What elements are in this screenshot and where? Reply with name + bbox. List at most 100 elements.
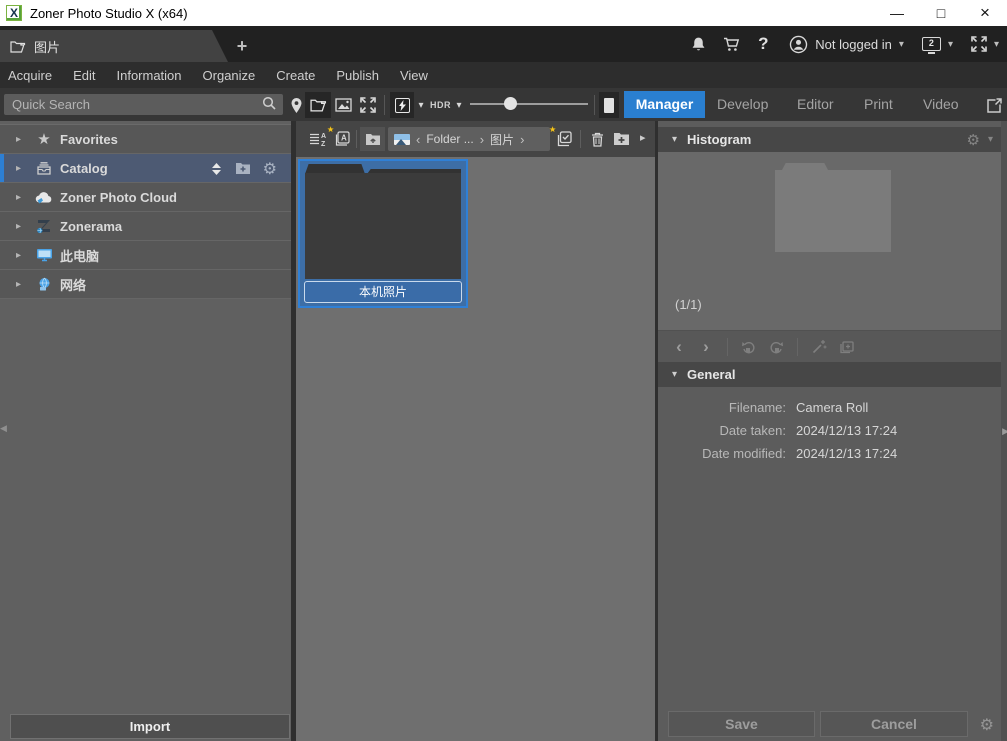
menu-item-organize[interactable]: Organize [203, 68, 256, 83]
module-tab-manager[interactable]: Manager [624, 91, 705, 118]
module-tab-develop[interactable]: Develop [717, 91, 768, 118]
sidebar-item-label: 网络 [60, 275, 86, 294]
batch-rename-button[interactable]: A ★ [330, 126, 354, 152]
search-icon [262, 96, 276, 110]
slider-knob[interactable] [504, 97, 517, 110]
app-logo-icon: X [6, 5, 22, 21]
import-button[interactable]: Import [10, 714, 290, 739]
breadcrumb-separator[interactable]: › [520, 132, 524, 147]
help-button[interactable]: ? [755, 34, 771, 54]
notifications-button[interactable] [687, 33, 709, 55]
fullscreen-menu[interactable]: ▾ [971, 36, 999, 52]
gps-button[interactable] [287, 92, 305, 118]
preview-pane-toggle-button[interactable] [599, 92, 619, 118]
quick-select-button[interactable]: ★ [552, 126, 576, 152]
rotate-left-button[interactable] [740, 337, 758, 357]
menu-item-edit[interactable]: Edit [73, 68, 95, 83]
histogram-header[interactable]: ▾ Histogram ⚙ ▾ [658, 127, 1007, 152]
add-copies-button[interactable] [837, 337, 855, 357]
general-header[interactable]: ▾ General [658, 362, 1007, 387]
flash-dropdown[interactable]: ▾ [414, 92, 428, 118]
fullscreen-view-button[interactable] [356, 92, 380, 118]
sidebar-item-favorites[interactable]: ▸ ★ Favorites [0, 125, 291, 154]
catalog-icon [34, 161, 54, 175]
tab-pictures[interactable]: 图片 [0, 30, 228, 62]
chevron-right-icon[interactable]: ▸ [16, 163, 28, 174]
sort-button[interactable] [210, 162, 223, 176]
account-menu[interactable]: Not logged in ▾ [789, 35, 904, 54]
sidebar-item-zoner-photo-cloud[interactable]: ▸ Zoner Photo Cloud [0, 183, 291, 212]
magic-wand-icon [812, 339, 827, 354]
new-tab-button[interactable]: + [230, 34, 254, 58]
sidebar-item-network[interactable]: ▸ 网络 [0, 270, 291, 299]
sort-updown-icon [210, 162, 223, 176]
save-button[interactable]: Save [668, 711, 815, 737]
chevron-right-icon[interactable]: ▸ [16, 192, 28, 203]
sidebar-collapse-handle[interactable]: ◀ [0, 423, 7, 434]
breadcrumb-current[interactable]: 图片 [490, 131, 514, 148]
undock-button[interactable] [984, 92, 1004, 118]
module-tab-editor[interactable]: Editor [797, 91, 834, 118]
svg-text:A: A [321, 133, 326, 140]
computer-icon [34, 248, 54, 262]
menu-item-create[interactable]: Create [276, 68, 315, 83]
chevron-right-icon[interactable]: ▸ [16, 279, 28, 290]
auto-enhance-button[interactable] [810, 337, 828, 357]
menu-item-publish[interactable]: Publish [336, 68, 379, 83]
display-menu[interactable]: 2 ▾ [922, 37, 953, 51]
maximize-button[interactable]: □ [919, 0, 963, 26]
parent-folder-button[interactable] [360, 127, 385, 151]
menu-item-acquire[interactable]: Acquire [8, 68, 52, 83]
breadcrumb-separator[interactable]: › [480, 132, 484, 147]
new-folder-button[interactable] [609, 126, 633, 152]
module-tab-video[interactable]: Video [923, 91, 959, 118]
chevron-down-icon: ▾ [672, 134, 677, 145]
chevron-right-icon[interactable]: ▸ [16, 250, 28, 261]
chevron-right-icon[interactable]: ▸ [16, 134, 28, 145]
menu-item-view[interactable]: View [400, 68, 428, 83]
delete-button[interactable] [586, 126, 608, 152]
flash-auto-button[interactable] [390, 92, 414, 118]
histogram-dropdown[interactable]: ▾ [988, 134, 993, 145]
histogram-settings-button[interactable]: ⚙ [967, 131, 980, 149]
cancel-button[interactable]: Cancel [820, 711, 968, 737]
cart-icon [723, 36, 741, 53]
field-value: 2024/12/13 17:24 [796, 446, 897, 461]
map-pin-icon [290, 97, 303, 114]
menu-item-information[interactable]: Information [116, 68, 181, 83]
panel-settings-button[interactable]: ⚙ [980, 715, 994, 735]
close-button[interactable]: × [963, 0, 1007, 26]
previous-button[interactable]: ‹ [670, 337, 688, 357]
folder-plus-icon [613, 132, 630, 146]
module-tab-print[interactable]: Print [864, 91, 893, 118]
sidebar-item-this-pc[interactable]: ▸ 此电脑 [0, 241, 291, 270]
svg-text:A: A [341, 134, 347, 143]
store-cart-button[interactable] [721, 33, 743, 55]
browser-toolbar: AZ A ★ ‹ Folder ... › 图片 › [296, 121, 655, 157]
sort-order-button[interactable]: AZ [306, 126, 328, 152]
sidebar-item-catalog[interactable]: ▸ Catalog ⚙ [0, 154, 291, 183]
folder-tile[interactable]: 本机照片 [298, 159, 468, 308]
new-catalog-folder-button[interactable] [235, 162, 251, 175]
thumbnail-size-slider[interactable] [470, 103, 588, 105]
quick-search-input[interactable] [4, 94, 283, 115]
folder-plus-icon [235, 162, 251, 175]
breadcrumb-back[interactable]: ‹ [416, 132, 420, 147]
preview-image-button[interactable] [331, 92, 355, 118]
browse-folder-button[interactable] [305, 92, 331, 118]
panel-collapse-handle[interactable]: ▶ [1002, 426, 1007, 437]
panel-collapse-strip[interactable]: ▶ [1001, 121, 1007, 741]
breadcrumb-parent[interactable]: Folder ... [426, 132, 473, 146]
rotate-right-button[interactable] [767, 337, 785, 357]
hdr-dropdown-label[interactable]: HDR [430, 100, 451, 110]
minimize-button[interactable]: — [875, 0, 919, 26]
catalog-settings-button[interactable]: ⚙ [263, 159, 277, 179]
chevron-right-icon[interactable]: ▸ [16, 221, 28, 232]
next-button[interactable]: › [697, 337, 715, 357]
hdr-dropdown[interactable]: ▾ [452, 92, 466, 118]
rotate-right-icon [768, 340, 784, 354]
copy-plus-icon [838, 339, 854, 354]
sidebar-item-zonerama[interactable]: ▸ Zonerama [0, 212, 291, 241]
bell-icon [690, 36, 707, 53]
more-tools-button[interactable]: ▸ [640, 131, 646, 144]
